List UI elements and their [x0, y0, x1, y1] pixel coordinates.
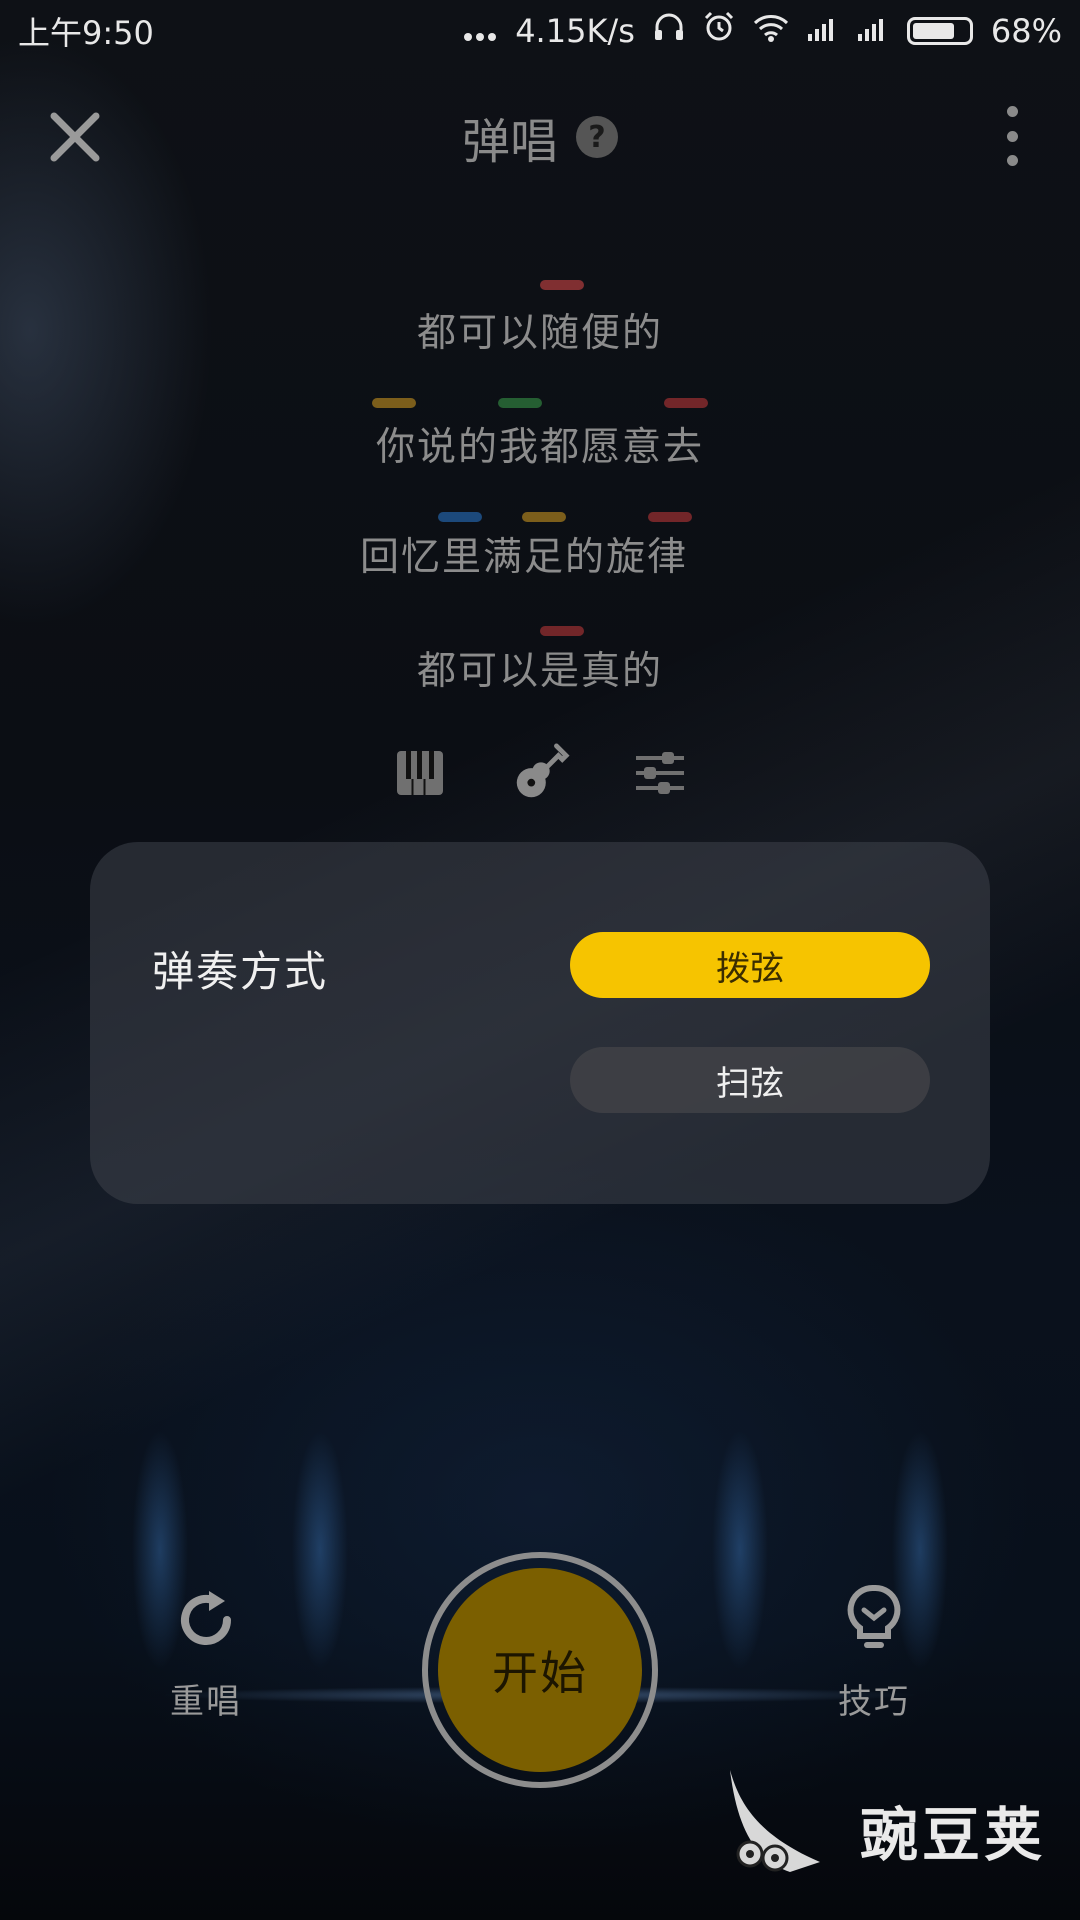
strum-option-button[interactable]: 扫弦 — [570, 1047, 930, 1113]
guitar-icon[interactable] — [510, 740, 570, 806]
status-icons: 4.15K/s 68% — [463, 11, 1062, 51]
battery-percent: 68% — [990, 12, 1062, 50]
watermark-text: 豌豆荚 — [860, 1801, 1047, 1869]
chord-marker — [498, 398, 542, 408]
watermark: 豌豆荚 — [720, 1766, 1060, 1886]
chord-marker — [522, 512, 566, 522]
alarm-icon — [703, 11, 735, 51]
play-mode-panel: 弹奏方式 拨弦 扫弦 — [90, 842, 990, 1204]
start-button[interactable]: 开始 — [438, 1568, 642, 1772]
piano-icon[interactable] — [390, 740, 450, 806]
wifi-icon — [753, 12, 789, 50]
pluck-option-button[interactable]: 拨弦 — [570, 932, 930, 998]
refresh-icon — [106, 1580, 306, 1660]
lyric-line: 回忆里满足的旋律 — [359, 535, 688, 580]
lyric-line: 你说的我都愿意去 — [375, 425, 704, 470]
headphones-icon — [653, 12, 685, 50]
chord-marker — [372, 398, 416, 408]
chord-marker — [664, 398, 708, 408]
restart-label: 重唱 — [170, 1682, 242, 1722]
chord-marker — [540, 626, 584, 636]
instrument-switcher — [0, 740, 1080, 810]
more-vertical-icon[interactable] — [992, 106, 1032, 166]
tips-button[interactable]: 技巧 — [774, 1580, 974, 1740]
play-mode-label: 弹奏方式 — [152, 947, 329, 996]
chord-marker — [540, 280, 584, 290]
more-dots-icon — [463, 12, 497, 50]
network-speed: 4.15K/s — [515, 12, 635, 50]
lyric-line: 都可以随便的 — [416, 311, 663, 356]
signal-icon — [807, 12, 839, 50]
tips-label: 技巧 — [838, 1682, 910, 1722]
chord-marker — [648, 512, 692, 522]
sliders-icon[interactable] — [630, 740, 690, 806]
status-time: 上午9:50 — [18, 14, 154, 52]
stage-spotlight — [700, 1380, 780, 1720]
restart-button[interactable]: 重唱 — [106, 1580, 306, 1740]
page-title: 弹唱 — [461, 114, 558, 170]
battery-icon — [906, 17, 973, 45]
status-bar: 上午9:50 4.15K/s 68% — [0, 0, 1080, 62]
title-group: 弹唱 ? — [0, 102, 1080, 172]
header: 弹唱 ? — [0, 70, 1080, 200]
lyric-line: 都可以是真的 — [416, 649, 663, 694]
lightbulb-icon — [774, 1580, 974, 1660]
signal-icon — [857, 12, 889, 50]
chord-marker — [438, 512, 482, 522]
help-icon[interactable]: ? — [576, 116, 618, 158]
start-button-ring[interactable]: 开始 — [422, 1552, 658, 1788]
pea-pod-logo-icon — [730, 1770, 820, 1872]
